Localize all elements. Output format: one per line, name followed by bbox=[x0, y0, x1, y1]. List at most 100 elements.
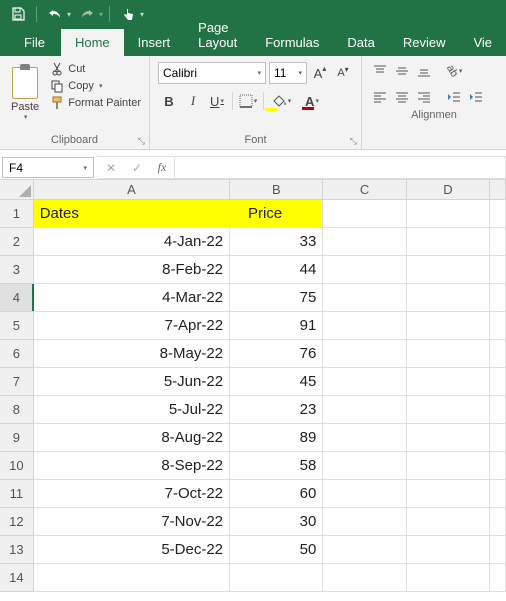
row-header[interactable]: 7 bbox=[0, 368, 34, 396]
orientation-button[interactable]: ab▾ bbox=[444, 61, 464, 81]
align-left-button[interactable] bbox=[370, 87, 390, 107]
cell[interactable]: 7-Nov-22 bbox=[34, 508, 230, 536]
cell[interactable] bbox=[323, 312, 406, 340]
cell[interactable] bbox=[323, 200, 406, 228]
cell[interactable] bbox=[34, 564, 230, 592]
cell[interactable] bbox=[323, 228, 406, 256]
fx-icon[interactable]: fx bbox=[150, 160, 174, 175]
cell[interactable] bbox=[407, 564, 490, 592]
row-header[interactable]: 5 bbox=[0, 312, 34, 340]
copy-button[interactable]: Copy ▾ bbox=[48, 78, 143, 94]
cell[interactable] bbox=[490, 284, 506, 312]
undo-icon[interactable] bbox=[43, 2, 67, 26]
cell[interactable] bbox=[490, 452, 506, 480]
cancel-formula-button[interactable]: ✕ bbox=[98, 161, 124, 175]
cell[interactable]: 8-Aug-22 bbox=[34, 424, 230, 452]
cell[interactable]: 4-Jan-22 bbox=[34, 228, 230, 256]
save-icon[interactable] bbox=[6, 2, 30, 26]
cell[interactable] bbox=[407, 536, 490, 564]
column-header-d[interactable]: D bbox=[407, 180, 490, 200]
font-size-select[interactable]: 11▾ bbox=[269, 62, 307, 84]
cell[interactable]: 89 bbox=[230, 424, 323, 452]
worksheet-grid[interactable]: A B C D 1DatesPrice24-Jan-223338-Feb-224… bbox=[0, 180, 506, 592]
tab-view[interactable]: Vie bbox=[459, 29, 506, 56]
cell[interactable]: 91 bbox=[230, 312, 323, 340]
cell[interactable] bbox=[407, 312, 490, 340]
cell[interactable] bbox=[490, 368, 506, 396]
cell[interactable]: 44 bbox=[230, 256, 323, 284]
paste-button[interactable]: Paste ▾ bbox=[6, 59, 44, 132]
italic-button[interactable]: I bbox=[182, 90, 204, 112]
cell[interactable] bbox=[323, 452, 406, 480]
cell[interactable]: 8-Sep-22 bbox=[34, 452, 230, 480]
column-header-c[interactable]: C bbox=[323, 180, 406, 200]
cell[interactable] bbox=[323, 536, 406, 564]
underline-button[interactable]: U▾ bbox=[206, 90, 228, 112]
cell[interactable]: 50 bbox=[230, 536, 323, 564]
increase-indent-button[interactable] bbox=[466, 87, 486, 107]
cell[interactable] bbox=[407, 508, 490, 536]
column-header-b[interactable]: B bbox=[230, 180, 323, 200]
cell[interactable] bbox=[490, 256, 506, 284]
cell[interactable] bbox=[323, 284, 406, 312]
decrease-font-button[interactable]: A▾ bbox=[333, 62, 353, 84]
cell[interactable]: 30 bbox=[230, 508, 323, 536]
redo-icon[interactable] bbox=[75, 2, 99, 26]
tab-file[interactable]: File bbox=[8, 29, 61, 56]
tab-data[interactable]: Data bbox=[333, 29, 388, 56]
paste-dropdown-icon[interactable]: ▾ bbox=[24, 113, 28, 121]
copy-dropdown-icon[interactable]: ▾ bbox=[99, 82, 103, 90]
formula-input[interactable] bbox=[175, 156, 506, 179]
cell[interactable]: 7-Apr-22 bbox=[34, 312, 230, 340]
cell[interactable] bbox=[230, 564, 323, 592]
row-header[interactable]: 11 bbox=[0, 480, 34, 508]
cell[interactable] bbox=[490, 396, 506, 424]
cell[interactable] bbox=[407, 340, 490, 368]
row-header[interactable]: 3 bbox=[0, 256, 34, 284]
cell[interactable] bbox=[323, 368, 406, 396]
cell[interactable]: Dates bbox=[34, 200, 230, 228]
undo-dropdown-icon[interactable]: ▾ bbox=[67, 10, 71, 19]
cell[interactable]: 8-Feb-22 bbox=[34, 256, 230, 284]
cell[interactable] bbox=[490, 340, 506, 368]
cell[interactable] bbox=[407, 284, 490, 312]
tab-home[interactable]: Home bbox=[61, 29, 124, 56]
cell[interactable] bbox=[490, 200, 506, 228]
row-header[interactable]: 2 bbox=[0, 228, 34, 256]
cell[interactable]: 7-Oct-22 bbox=[34, 480, 230, 508]
cell[interactable]: 5-Jun-22 bbox=[34, 368, 230, 396]
tab-page-layout[interactable]: Page Layout bbox=[184, 14, 251, 56]
cell[interactable] bbox=[490, 312, 506, 340]
font-launcher-icon[interactable]: ⤡ bbox=[350, 136, 357, 147]
column-header-a[interactable]: A bbox=[34, 180, 230, 200]
cell[interactable] bbox=[323, 340, 406, 368]
cell[interactable] bbox=[490, 480, 506, 508]
cell[interactable] bbox=[490, 508, 506, 536]
column-header-e[interactable] bbox=[490, 180, 506, 200]
row-header[interactable]: 4 bbox=[0, 284, 34, 312]
fill-color-button[interactable]: ▾ bbox=[268, 90, 296, 112]
touch-mode-icon[interactable] bbox=[116, 2, 140, 26]
cell[interactable]: 76 bbox=[230, 340, 323, 368]
align-middle-button[interactable] bbox=[392, 61, 412, 81]
cell[interactable]: 45 bbox=[230, 368, 323, 396]
redo-dropdown-icon[interactable]: ▾ bbox=[99, 10, 103, 19]
cell[interactable]: 4-Mar-22 bbox=[34, 284, 230, 312]
cell[interactable] bbox=[407, 368, 490, 396]
cell[interactable]: 23 bbox=[230, 396, 323, 424]
cell[interactable]: 5-Jul-22 bbox=[34, 396, 230, 424]
name-box[interactable]: F4▾ bbox=[2, 157, 94, 178]
align-top-button[interactable] bbox=[370, 61, 390, 81]
cell[interactable] bbox=[407, 424, 490, 452]
tab-formulas[interactable]: Formulas bbox=[251, 29, 333, 56]
bold-button[interactable]: B bbox=[158, 90, 180, 112]
cell[interactable] bbox=[407, 396, 490, 424]
cell[interactable] bbox=[323, 564, 406, 592]
cell[interactable] bbox=[490, 536, 506, 564]
cell[interactable] bbox=[490, 424, 506, 452]
select-all-corner[interactable] bbox=[0, 180, 34, 200]
enter-formula-button[interactable]: ✓ bbox=[124, 161, 150, 175]
row-header[interactable]: 14 bbox=[0, 564, 34, 592]
decrease-indent-button[interactable] bbox=[444, 87, 464, 107]
font-name-select[interactable]: Calibri▾ bbox=[158, 62, 266, 84]
